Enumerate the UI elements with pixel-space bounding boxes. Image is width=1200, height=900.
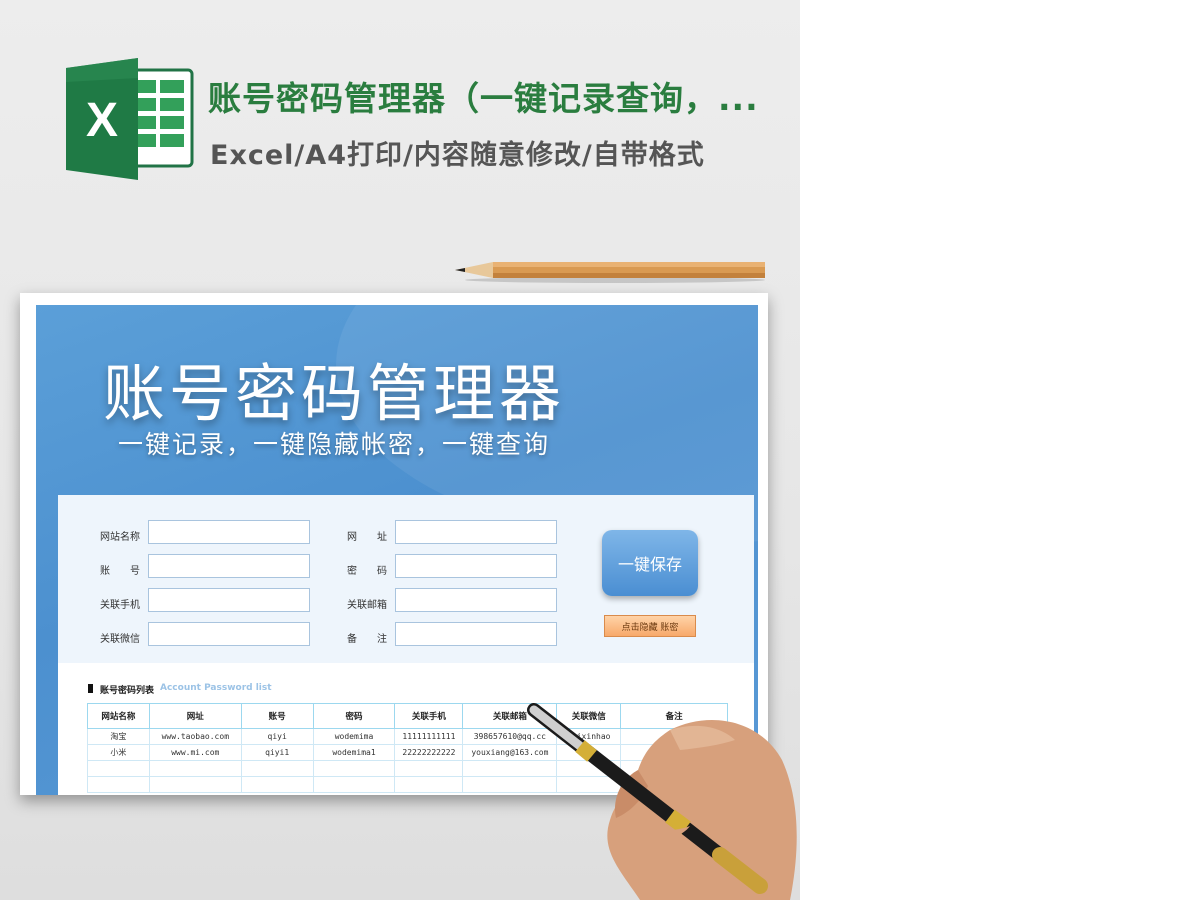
table-cell[interactable] [87, 776, 150, 793]
column-header[interactable]: 账号 [240, 703, 314, 729]
table-cell[interactable] [148, 760, 242, 777]
label-wechat: 关联微信 [100, 634, 140, 645]
label-phone: 关联手机 [100, 600, 140, 611]
excel-logo-icon: X [66, 58, 194, 180]
column-header[interactable]: 网站名称 [87, 703, 150, 729]
table-cell[interactable]: 淘宝 [87, 728, 150, 745]
table-cell[interactable] [240, 760, 314, 777]
label-url: 网 址 [347, 532, 387, 543]
notes-field[interactable] [395, 622, 557, 646]
table-cell[interactable]: 11111111111 [394, 728, 464, 745]
table-cell[interactable] [240, 776, 314, 793]
table-cell[interactable] [312, 760, 396, 777]
table-cell[interactable]: 22222222222 [394, 744, 464, 761]
table-cell[interactable] [312, 776, 396, 793]
table-cell[interactable]: www.taobao.com [148, 728, 242, 745]
label-site-name: 网站名称 [100, 532, 140, 543]
hide-credentials-button[interactable]: 点击隐藏 账密 [604, 615, 696, 637]
entry-form: 网站名称 账 号 关联手机 关联微信 网 址 密 码 关联邮箱 备 注 一键保存… [58, 495, 754, 663]
table-cell[interactable] [87, 760, 150, 777]
excel-logo-letter: X [86, 94, 118, 147]
column-header[interactable]: 关联手机 [394, 703, 464, 729]
page-subheadline: Excel/A4打印/内容随意修改/自带格式 [210, 140, 705, 171]
preview-stage: X 账号密码管理器（一键记录查询，... Excel/A4打印/内容随意修改/自… [0, 0, 800, 900]
hand-with-pen-icon [527, 703, 797, 900]
column-header[interactable]: 密码 [312, 703, 396, 729]
table-cell[interactable]: qiyi [240, 728, 314, 745]
save-button[interactable]: 一键保存 [602, 530, 698, 596]
email-field[interactable] [395, 588, 557, 612]
table-cell[interactable] [394, 776, 464, 793]
app-title: 账号密码管理器 [102, 357, 565, 430]
table-cell[interactable]: www.mi.com [148, 744, 242, 761]
phone-field[interactable] [148, 588, 310, 612]
url-field[interactable] [395, 520, 557, 544]
table-cell[interactable]: qiyi1 [240, 744, 314, 761]
table-cell[interactable]: wodemima1 [312, 744, 396, 761]
label-email: 关联邮箱 [347, 600, 387, 611]
app-subtitle: 一键记录，一键隐藏帐密，一键查询 [117, 430, 550, 459]
label-notes: 备 注 [347, 634, 387, 645]
list-subtitle: Account Password list [160, 683, 272, 693]
list-marker-icon [88, 684, 93, 693]
table-cell[interactable]: 小米 [87, 744, 150, 761]
password-field[interactable] [395, 554, 557, 578]
column-header[interactable]: 网址 [148, 703, 242, 729]
table-cell[interactable] [148, 776, 242, 793]
table-cell[interactable] [394, 760, 464, 777]
wechat-field[interactable] [148, 622, 310, 646]
page-headline: 账号密码管理器（一键记录查询，... [208, 79, 759, 118]
account-field[interactable] [148, 554, 310, 578]
table-cell[interactable]: wodemima [312, 728, 396, 745]
site-name-field[interactable] [148, 520, 310, 544]
label-account: 账 号 [100, 566, 140, 577]
label-password: 密 码 [347, 566, 387, 577]
list-title: 账号密码列表 [100, 686, 155, 696]
pencil-icon [455, 262, 765, 283]
